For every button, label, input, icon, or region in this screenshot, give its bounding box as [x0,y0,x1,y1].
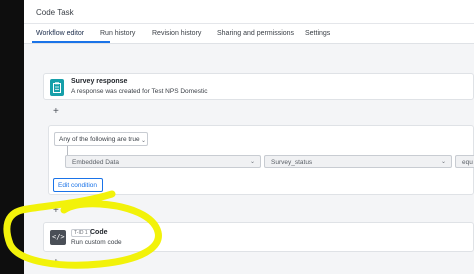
code-brackets-icon: </> [50,230,66,245]
tab-sharing-and-permissions[interactable]: Sharing and permissions [217,30,294,37]
chevron-down-icon: ⌄ [250,159,256,165]
edit-condition-label: Edit condition [58,182,98,189]
chevron-down-icon: ⌄ [441,159,447,165]
title-bar: Code Task [24,0,474,24]
operator-value: equ [462,159,473,166]
left-black-bar [0,0,24,274]
code-card-subtitle: Run custom code [71,239,122,246]
tab-revision-history[interactable]: Revision history [152,30,201,37]
add-step-plus-icon[interactable]: + [53,107,59,117]
field-name-value: Survey_status [271,159,313,166]
add-step-plus-icon[interactable]: + [53,258,59,268]
active-tab-indicator [32,41,110,43]
task-card-code[interactable]: </> T-ID 1 Code Run custom code [43,222,474,252]
tab-bar: Workflow editor Run history Revision his… [24,24,474,44]
match-type-value: Any of the following are true [59,136,140,143]
tab-run-history[interactable]: Run history [100,30,135,37]
add-step-plus-icon[interactable]: + [53,206,59,216]
clipboard-icon [50,79,64,96]
match-type-select[interactable]: Any of the following are true ⌄ [54,132,148,146]
condition-card: Any of the following are true ⌄ Embedded… [48,125,474,195]
trigger-card-title: Survey response [71,78,128,85]
code-card-title: Code [90,229,108,236]
field-source-value: Embedded Data [72,159,119,166]
trigger-card-survey-response[interactable]: Survey response A response was created f… [43,73,474,100]
operator-select[interactable]: equ [455,155,474,168]
trigger-card-subtitle: A response was created for Test NPS Dome… [71,88,208,95]
chevron-down-icon: ⌄ [141,138,147,144]
field-source-select[interactable]: Embedded Data ⌄ [65,155,261,168]
task-id-badge: T-ID 1 [71,229,91,237]
field-name-select[interactable]: Survey_status ⌄ [264,155,452,168]
tab-settings[interactable]: Settings [305,30,330,37]
edit-condition-button[interactable]: Edit condition [53,178,103,192]
page-title: Code Task [36,8,74,17]
tab-workflow-editor[interactable]: Workflow editor [36,30,84,37]
